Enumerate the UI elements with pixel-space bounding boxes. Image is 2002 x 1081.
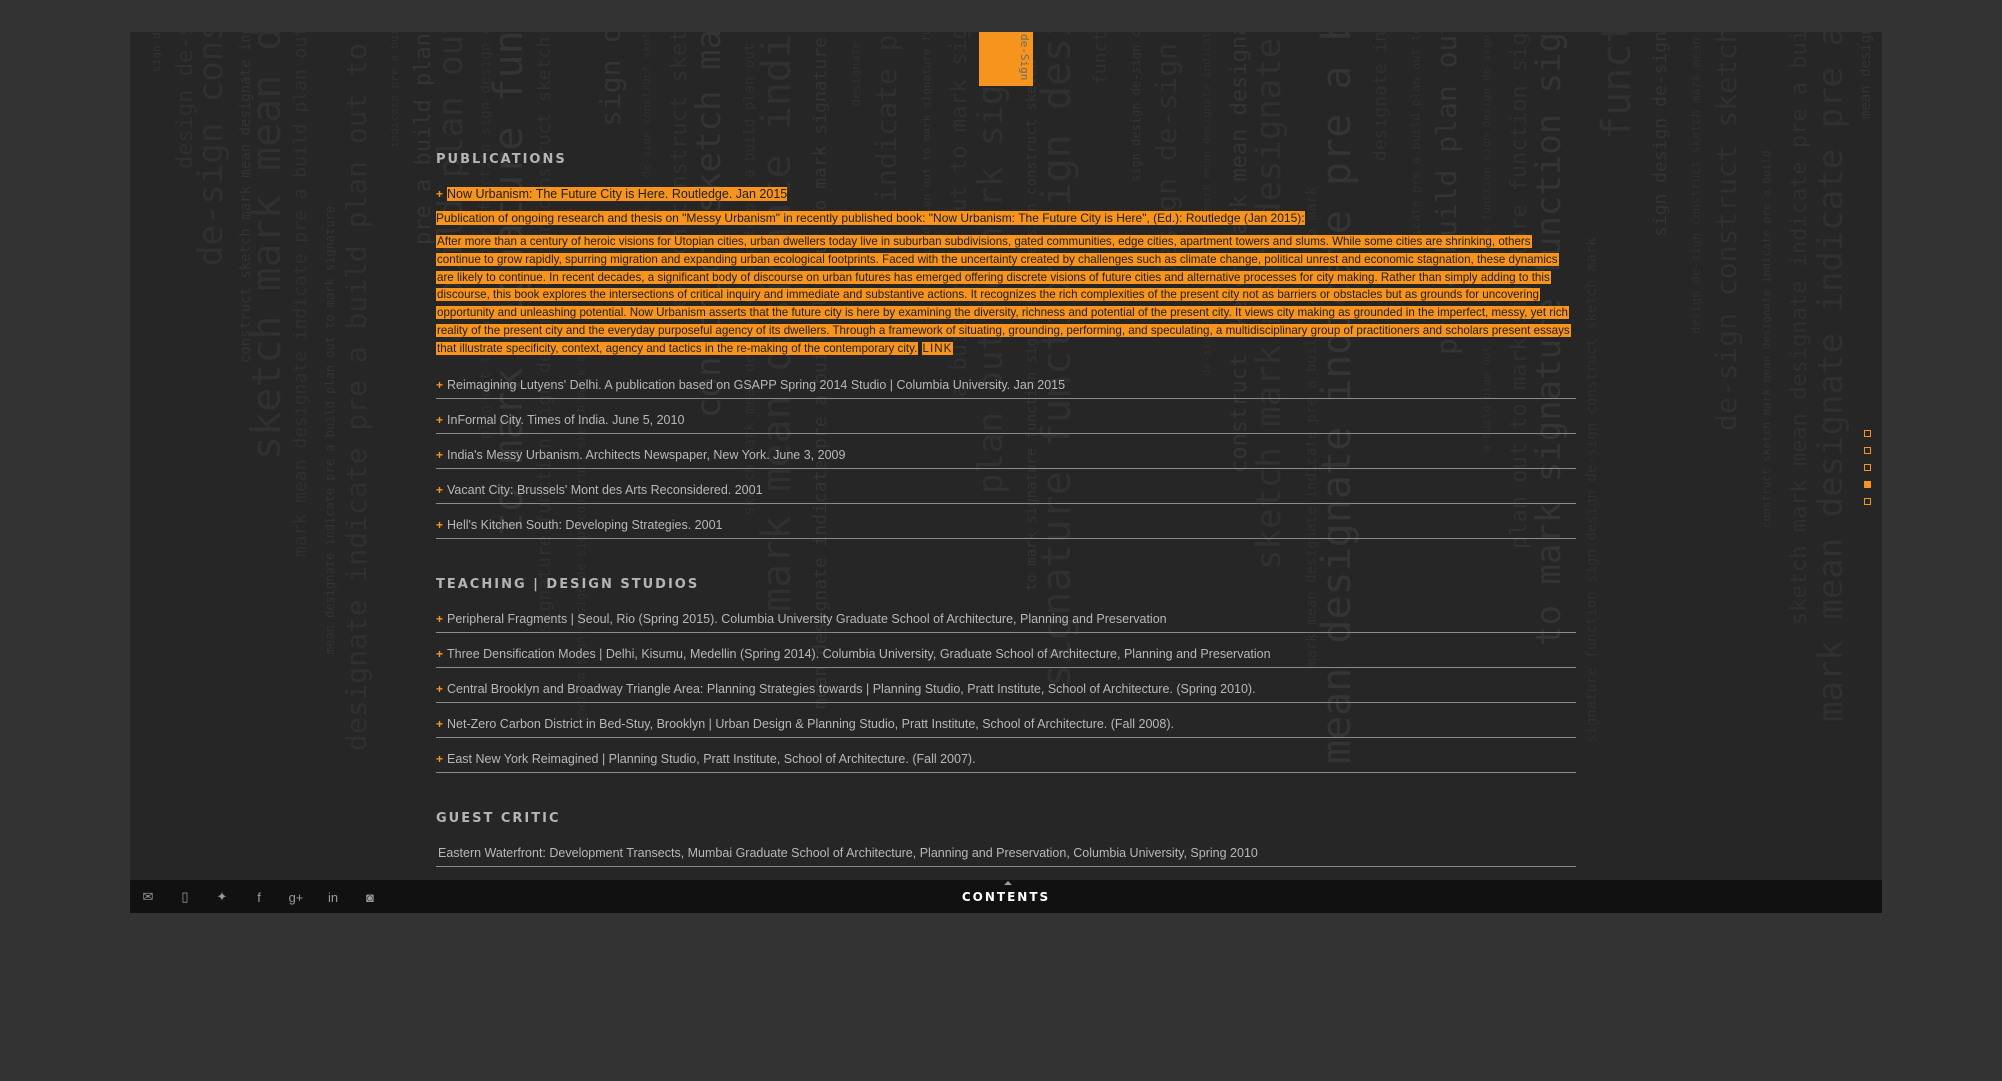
list-item-text: Vacant City: Brussels' Mont des Arts Rec…	[447, 482, 763, 497]
svg-text:construct sketch mark mean: construct sketch mark mean designate ind…	[238, 32, 254, 363]
list-item-text: East New York Reimagined | Planning Stud…	[447, 751, 976, 766]
caret-up-icon	[1004, 881, 1012, 885]
bullet-icon: +	[436, 447, 444, 462]
list-item[interactable]: + Reimagining Lutyens' Delhi. A publicati…	[436, 372, 1576, 399]
svg-text:designate indicate pre a bu: designate indicate pre a build plan out …	[849, 32, 863, 106]
svg-text:sketch mark mean designate: sketch mark mean designate indicate pre …	[244, 32, 290, 460]
main-content: PUBLICATIONS + Now Urbanism: The Future C…	[436, 152, 1576, 913]
list-item[interactable]: + Peripheral Fragments | Seoul, Rio (Spri…	[436, 606, 1576, 633]
bullet-icon: +	[436, 377, 444, 392]
bullet-icon: +	[436, 716, 444, 731]
list-item-text: Peripheral Fragments | Seoul, Rio (Sprin…	[447, 611, 1167, 626]
list-item-text: Eastern Waterfront: Development Transect…	[438, 845, 1258, 860]
publication-title[interactable]: Now Urbanism: The Future City is Here. R…	[447, 187, 788, 201]
svg-text:de-sign construct sketch ma: de-sign construct sketch mark mean desig…	[191, 32, 231, 266]
svg-text:design de-sign construct sk: design de-sign construct sketch mark mea…	[1689, 32, 1703, 334]
bullet-icon: +	[436, 517, 444, 532]
section-nav-dot[interactable]	[1864, 430, 1871, 437]
svg-text:designate indicate pre a bu: designate indicate pre a build plan out …	[340, 32, 373, 751]
svg-text:mark mean designate indicat: mark mean designate indicate pre a build…	[1811, 32, 1851, 722]
bullet-icon: +	[436, 412, 444, 427]
list-item[interactable]: + Three Densification Modes | Delhi, Kisu…	[436, 641, 1576, 668]
svg-text:de-sign construct sketch ma: de-sign construct sketch mark mean desig…	[1710, 32, 1743, 431]
teaching-list: + Peripheral Fragments | Seoul, Rio (Spri…	[436, 606, 1576, 773]
svg-text:mean designate indicate pre: mean designate indicate pre a build plan…	[323, 206, 337, 654]
publication-subtitle: Publication of ongoing research and thes…	[436, 211, 1305, 225]
publications-list: + Now Urbanism: The Future City is Here. …	[436, 181, 1576, 539]
list-item-text: Net-Zero Carbon District in Bed-Stuy, Br…	[447, 716, 1174, 731]
publication-item-featured[interactable]: + Now Urbanism: The Future City is Here. …	[436, 181, 1576, 207]
list-item[interactable]: + East New York Reimagined | Planning Stu…	[436, 746, 1576, 773]
list-item-text: Central Brooklyn and Broadway Triangle A…	[447, 681, 1256, 696]
list-item[interactable]: Eastern Waterfront: Development Transect…	[436, 840, 1576, 867]
svg-text:designate indicate pre a bu: designate indicate pre a build plan out …	[1370, 32, 1391, 161]
section-nav-dot[interactable]	[1864, 447, 1871, 454]
list-item[interactable]: + Vacant City: Brussels' Mont des Arts Re…	[436, 477, 1576, 504]
list-item[interactable]: + Net-Zero Carbon District in Bed-Stuy, B…	[436, 711, 1576, 738]
svg-text:signature function sign des: signature function sign design de-sign c…	[1584, 237, 1600, 743]
bullet-icon: +	[436, 482, 444, 497]
svg-text:sign design de-sign constru: sign design de-sign construct sketch mar…	[1650, 32, 1671, 237]
contents-button[interactable]: CONTENTS	[130, 890, 1882, 904]
svg-text:sign design de-sign constru: sign design de-sign construct sketch mar…	[594, 32, 627, 127]
page-frame: sign design de-sign construct sketch mar…	[130, 32, 1882, 913]
bullet-icon: +	[436, 646, 444, 661]
site-logo[interactable]: de-Sign	[979, 32, 1033, 86]
svg-text:mark mean designate indicat: mark mean designate indicate pre a build…	[290, 32, 311, 557]
publication-link[interactable]: LINK	[921, 341, 954, 355]
list-item[interactable]: + Hell's Kitchen South: Developing Strate…	[436, 512, 1576, 539]
svg-text:sign design de-sign constru: sign design de-sign construct sketch mar…	[150, 32, 163, 72]
list-item-text: Three Densification Modes | Delhi, Kisum…	[447, 646, 1271, 661]
list-item-text: Reimagining Lutyens' Delhi. A publicatio…	[447, 377, 1066, 392]
publications-heading: PUBLICATIONS	[436, 152, 567, 167]
list-item[interactable]: + InFormal City. Times of India. June 5, …	[436, 407, 1576, 434]
svg-text:construct sketch mark mean: construct sketch mark mean designate ind…	[1760, 151, 1773, 529]
list-item[interactable]: + India's Messy Urbanism. Architects News…	[436, 442, 1576, 469]
svg-text:design de-sign construct sk: design de-sign construct sketch mark mea…	[173, 32, 198, 169]
teaching-heading: TEACHING | DESIGN STUDIOS	[436, 576, 700, 592]
list-item-text: InFormal City. Times of India. June 5, 2…	[447, 412, 685, 427]
svg-text:sketch mark mean designate: sketch mark mean designate indicate pre …	[1787, 32, 1812, 625]
list-item[interactable]: + Central Brooklyn and Broadway Triangle …	[436, 676, 1576, 703]
bullet-icon: +	[436, 751, 444, 766]
svg-text:indicate pre a build plan o: indicate pre a build plan out to mark si…	[388, 32, 401, 148]
publication-description: After more than a century of heroic visi…	[436, 235, 1571, 355]
footer-bar: ✉ ▯ ✦ f g+ in ◙ CONTENTS	[130, 880, 1882, 913]
section-nav-dot[interactable]	[1864, 481, 1871, 488]
section-nav	[1864, 430, 1871, 515]
bullet-icon: +	[436, 187, 444, 201]
svg-text:function sign design de-sig: function sign design de-sign construct s…	[1090, 32, 1111, 85]
logo-word: de-Sign	[1018, 34, 1031, 81]
bullet-icon: +	[436, 611, 444, 626]
guest-critic-heading: GUEST CRITIC	[436, 810, 561, 826]
svg-text:mean designate indicate pre: mean designate indicate pre a build plan…	[1858, 32, 1874, 119]
section-nav-dot[interactable]	[1864, 498, 1871, 505]
svg-text:pre a build plan out to mar: pre a build plan out to mark signature f…	[411, 32, 436, 245]
list-item-text: India's Messy Urbanism. Architects Newsp…	[447, 447, 846, 462]
section-nav-dot[interactable]	[1864, 464, 1871, 471]
svg-text:function sign design de-sig: function sign design de-sign construct s…	[1594, 32, 1640, 140]
bullet-icon: +	[436, 681, 444, 696]
list-item-text: Hell's Kitchen South: Developing Strateg…	[447, 517, 723, 532]
